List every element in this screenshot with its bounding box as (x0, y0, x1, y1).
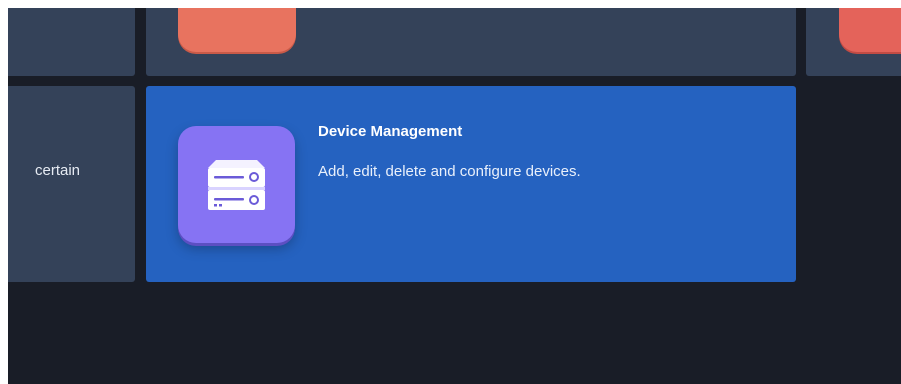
tile-row1-right[interactable] (806, 8, 901, 76)
app-icon-partial (178, 8, 296, 52)
card-description: Add, edit, delete and configure devices. (318, 163, 581, 180)
server-device-icon (178, 126, 295, 243)
tile-row1-middle[interactable] (146, 8, 796, 76)
card-title: Device Management (318, 123, 463, 140)
app-icon-partial (839, 8, 901, 52)
tile-row2-left[interactable]: certain (8, 86, 135, 282)
dashboard-canvas: certain Device Management Add, edit, del… (8, 8, 901, 384)
tile-label-partial: certain (35, 162, 81, 179)
device-management-tile[interactable]: Device Management Add, edit, delete and … (146, 86, 796, 282)
tile-row1-left[interactable] (8, 8, 135, 76)
